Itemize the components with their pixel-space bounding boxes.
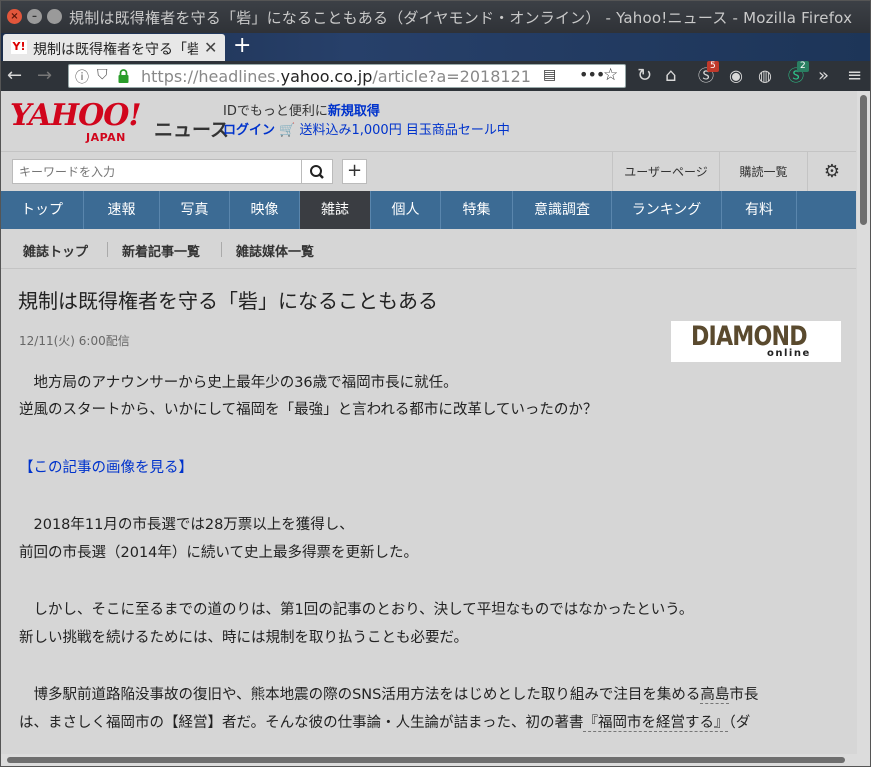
tab-title: 規制は既得権者を守る「砦 xyxy=(33,42,198,58)
horizontal-scrollbar[interactable] xyxy=(1,754,870,766)
subnav-magazine-top[interactable]: 雑誌トップ xyxy=(23,241,88,260)
article-paragraph: 逆風のスタートから、いかにして福岡を「最強」と言われる都市に改革していったのか？ xyxy=(19,402,598,418)
tab-close-icon[interactable]: ✕ xyxy=(204,38,217,57)
extension-globe-icon[interactable]: ◍ xyxy=(758,64,772,88)
close-window-button[interactable]: × xyxy=(7,9,22,24)
extension-green-s-icon[interactable]: Ⓢ 2 xyxy=(788,61,809,88)
gnav-item-photo[interactable]: 写真 xyxy=(160,191,230,229)
reader-view-icon[interactable]: ▤ xyxy=(543,67,556,83)
tracking-shield-icon[interactable]: ⛉ xyxy=(97,67,108,83)
vertical-scrollbar[interactable] xyxy=(857,91,870,754)
article-paragraph: 前回の市長選（2014年）に続いて史上最多得票を更新した。 xyxy=(19,545,418,561)
settings-gear-icon[interactable]: ⚙ xyxy=(807,152,856,192)
shopping-promo-link[interactable]: 送料込み1,000円 目玉商品セール中 xyxy=(299,123,509,138)
overflow-chevron-icon[interactable]: » xyxy=(818,64,829,88)
gnav-item-magazine[interactable]: 雑誌 xyxy=(300,191,371,229)
cart-icon: 🛒 xyxy=(279,123,296,138)
gnav-item-ranking[interactable]: ランキング xyxy=(612,191,722,229)
back-icon[interactable]: ← xyxy=(7,64,22,88)
home-icon[interactable]: ⌂ xyxy=(665,64,676,88)
global-navigation: トップ 速報 写真 映像 雑誌 個人 特集 意識調査 ランキング 有料 xyxy=(1,191,856,229)
search-button[interactable] xyxy=(302,159,333,184)
subnav-new-articles[interactable]: 新着記事一覧 xyxy=(122,241,200,260)
search-input[interactable] xyxy=(12,159,302,184)
subnav-divider xyxy=(107,242,108,257)
browser-window: × – 規制は既得権者を守る「砦」になることもある（ダイヤモンド・オンライン） … xyxy=(0,0,871,767)
tab-strip: Y! 規制は既得権者を守る「砦 ✕ + xyxy=(1,33,870,61)
url-text[interactable]: https://headlines.yahoo.co.jp/article?a=… xyxy=(141,67,531,86)
info-icon[interactable]: ⓘ xyxy=(75,67,89,87)
gnav-item-individual[interactable]: 個人 xyxy=(371,191,441,229)
gnav-item-feature[interactable]: 特集 xyxy=(441,191,513,229)
article-paragraph: 新しい挑戦を続けるためには、時には規制を取り払うことも必要だ。 xyxy=(19,630,469,646)
subscriptions-link[interactable]: 購読一覧 xyxy=(719,152,807,192)
gnav-item-paid[interactable]: 有料 xyxy=(722,191,797,229)
extension-check-icon[interactable]: ◉ xyxy=(729,64,743,88)
article-title: 規制は既得権者を守る「砦」になることもある xyxy=(18,289,438,313)
search-bar: + ユーザーページ 購読一覧 ⚙ xyxy=(1,151,856,192)
login-promo: ログイン 🛒 送料込み1,000円 目玉商品セール中 xyxy=(223,119,510,138)
gnav-item-breaking[interactable]: 速報 xyxy=(84,191,160,229)
hamburger-menu-icon[interactable]: ≡ xyxy=(847,64,862,88)
window-title: 規制は既得権者を守る「砦」になることもある（ダイヤモンド・オンライン） - Ya… xyxy=(69,9,853,27)
page-content: YAHOO! JAPAN ニュース IDでもっと便利に新規取得 ログイン 🛒 送… xyxy=(1,91,856,754)
forward-icon[interactable]: → xyxy=(37,64,52,88)
gnav-item-video[interactable]: 映像 xyxy=(230,191,300,229)
navigation-toolbar: ← → ⓘ ⛉ https://headlines.yahoo.co.jp/ar… xyxy=(1,61,870,91)
login-link[interactable]: ログイン xyxy=(223,123,275,138)
title-bar: × – 規制は既得権者を守る「砦」になることもある（ダイヤモンド・オンライン） … xyxy=(1,1,870,33)
article-paragraph: しかし、そこに至るまでの道のりは、第1回の記事のとおり、決して平坦なものではなか… xyxy=(19,602,694,618)
new-tab-button[interactable]: + xyxy=(233,34,251,58)
lock-icon[interactable] xyxy=(118,69,129,83)
article-image-link[interactable]: 【この記事の画像を見る】 xyxy=(19,454,193,482)
article-paragraph: 地方局のアナウンサーから史上最年少の36歳で福岡市長に就任。 xyxy=(19,375,458,391)
keyword-link-takashima[interactable]: 高島 xyxy=(700,687,730,704)
article: 規制は既得権者を守る「砦」になることもある 12/11(火) 6:00配信 DI… xyxy=(1,269,856,754)
minimize-window-button[interactable]: – xyxy=(27,9,42,24)
article-date: 12/11(火) 6:00配信 xyxy=(19,334,130,348)
url-bar[interactable]: ⓘ ⛉ https://headlines.yahoo.co.jp/articl… xyxy=(68,64,626,88)
add-button[interactable]: + xyxy=(342,159,367,184)
book-title-link[interactable]: 『福岡市を経営する』 xyxy=(583,715,729,732)
page-actions-icon[interactable]: ••• xyxy=(579,65,605,84)
search-icon xyxy=(310,165,324,179)
user-page-link[interactable]: ユーザーページ xyxy=(612,152,719,192)
article-paragraph: は、まさしく福岡市の【経営】者だ。そんな彼の仕事論・人生論が詰まった、初の著書『… xyxy=(19,715,751,732)
site-header: YAHOO! JAPAN ニュース IDでもっと便利に新規取得 ログイン 🛒 送… xyxy=(1,91,856,151)
subnav-magazine-list[interactable]: 雑誌媒体一覧 xyxy=(236,241,314,260)
signup-link[interactable]: 新規取得 xyxy=(328,104,380,119)
article-paragraph: 博多駅前道路陥没事故の復旧や、熊本地震の際のSNS活用方法をはじめとした取り組み… xyxy=(19,687,759,704)
subnav-divider xyxy=(221,242,222,257)
tab-active[interactable]: Y! 規制は既得権者を守る「砦 ✕ xyxy=(3,34,225,61)
diamond-online-logo[interactable]: DIAMOND online xyxy=(671,321,841,362)
maximize-window-button[interactable] xyxy=(47,9,62,24)
sub-navigation: 雑誌トップ 新着記事一覧 雑誌媒体一覧 xyxy=(1,229,856,269)
id-promo: IDでもっと便利に新規取得 xyxy=(223,104,380,119)
article-paragraph: 2018年11月の市長選では28万票以上を獲得し、 xyxy=(19,517,354,533)
gnav-item-top[interactable]: トップ xyxy=(1,191,84,229)
reload-icon[interactable]: ↻ xyxy=(637,64,652,88)
bookmark-star-icon[interactable]: ☆ xyxy=(603,65,618,85)
yahoo-favicon-icon: Y! xyxy=(11,40,27,54)
vertical-scroll-thumb[interactable] xyxy=(860,95,867,225)
horizontal-scroll-thumb[interactable] xyxy=(7,757,845,763)
yahoo-logo[interactable]: YAHOO! JAPAN ニュース xyxy=(10,101,229,145)
extension-s-icon[interactable]: Ⓢ 5 xyxy=(698,61,719,88)
gnav-item-survey[interactable]: 意識調査 xyxy=(513,191,612,229)
